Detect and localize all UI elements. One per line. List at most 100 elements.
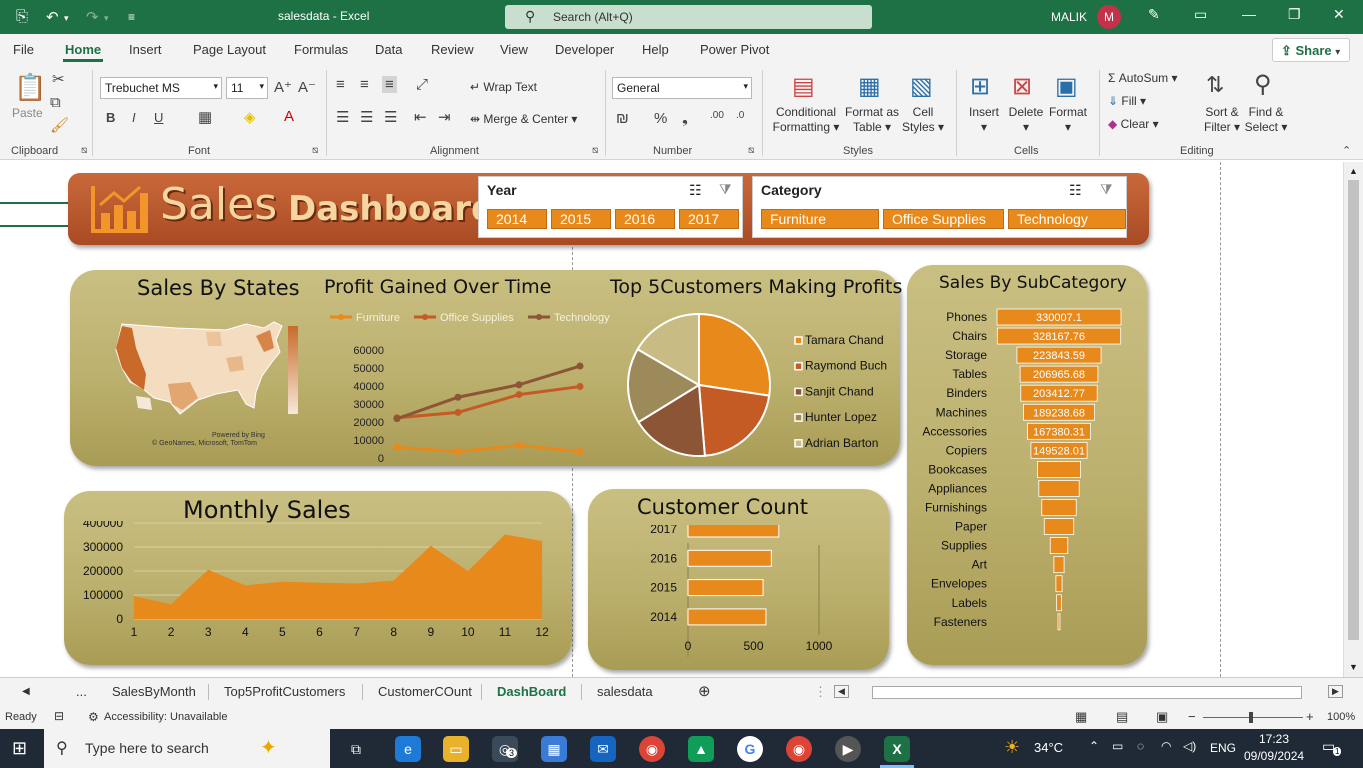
- italic-icon[interactable]: I: [132, 110, 136, 125]
- autosave-icon[interactable]: ⎘: [16, 8, 28, 25]
- undo-icon[interactable]: ↶: [46, 8, 59, 26]
- align-top-icon[interactable]: ≡: [336, 76, 345, 93]
- redo-dropdown-icon[interactable]: ▾: [104, 13, 109, 24]
- multi-select-icon[interactable]: ☷: [1069, 182, 1082, 199]
- increase-decimal-icon[interactable]: .00: [710, 110, 724, 121]
- horizontal-scrollbar[interactable]: [872, 686, 1302, 699]
- worksheet-area[interactable]: Sales Dashboard Year ☷ ⧩ 2014 2015 2016 201…: [0, 162, 1343, 677]
- clock-date[interactable]: 09/09/2024: [1244, 749, 1304, 763]
- tab-help[interactable]: Help: [642, 42, 669, 57]
- alignment-launcher-icon[interactable]: ⧅: [592, 145, 598, 156]
- decrease-indent-icon[interactable]: ⇤: [414, 108, 427, 126]
- decrease-decimal-icon[interactable]: .0: [736, 110, 744, 121]
- sheet-tab[interactable]: Top5ProfitCustomers: [224, 684, 345, 699]
- align-middle-icon[interactable]: ≡: [360, 76, 369, 93]
- tab-split-handle[interactable]: ⋮: [814, 684, 827, 700]
- tab-formulas[interactable]: Formulas: [294, 42, 348, 57]
- clear-filter-icon[interactable]: ⧩: [719, 181, 732, 198]
- font-launcher-icon[interactable]: ⧅: [312, 145, 318, 156]
- mail-icon[interactable]: ✉: [590, 736, 616, 762]
- tab-power-pivot[interactable]: Power Pivot: [700, 42, 769, 57]
- ribbon-display-icon[interactable]: ▭: [1194, 6, 1207, 23]
- increase-font-icon[interactable]: A⁺: [274, 78, 292, 96]
- temperature[interactable]: 34°C: [1034, 740, 1063, 755]
- scroll-up-icon[interactable]: ▲: [1349, 166, 1358, 176]
- zoom-slider[interactable]: [1203, 717, 1303, 718]
- wifi-icon[interactable]: ◠: [1161, 739, 1171, 753]
- sort-filter-button[interactable]: Sort & Filter ▾: [1198, 105, 1246, 135]
- scroll-thumb[interactable]: [1348, 180, 1359, 640]
- battery-icon[interactable]: ▭: [1112, 739, 1123, 753]
- chrome-icon[interactable]: ◉: [639, 736, 665, 762]
- font-color-icon[interactable]: A: [284, 108, 294, 125]
- font-name-dropdown[interactable]: Trebuchet MS ▾: [100, 77, 222, 99]
- increase-indent-icon[interactable]: ⇥: [438, 108, 451, 126]
- accounting-format-icon[interactable]: ₪: [616, 110, 629, 127]
- category-slicer-item[interactable]: Furniture: [761, 209, 879, 229]
- fill-color-icon[interactable]: ◈: [244, 108, 256, 126]
- collapse-ribbon-icon[interactable]: ⌃: [1342, 144, 1351, 157]
- copy-icon[interactable]: ⧉: [50, 94, 61, 111]
- multi-select-icon[interactable]: ☷: [689, 182, 702, 199]
- taskbar-search-box[interactable]: ⚲ Type here to search ✦: [44, 729, 330, 768]
- cell-styles-icon[interactable]: ▧: [910, 72, 933, 101]
- accessibility-icon[interactable]: ⚙: [88, 710, 99, 724]
- scroll-right-icon[interactable]: ▶: [1328, 685, 1343, 698]
- format-cells-icon[interactable]: ▣: [1055, 72, 1078, 101]
- font-size-dropdown[interactable]: 11 ▾: [226, 77, 268, 99]
- zoom-level[interactable]: 100%: [1327, 711, 1355, 723]
- zoom-slider-thumb[interactable]: [1249, 712, 1253, 723]
- year-slicer-item[interactable]: 2017: [679, 209, 739, 229]
- tab-insert[interactable]: Insert: [129, 42, 162, 57]
- comma-style-icon[interactable]: ❟: [682, 110, 688, 127]
- fill-button[interactable]: ⇓ Fill ▾: [1108, 94, 1146, 108]
- normal-view-icon[interactable]: ▦: [1075, 709, 1087, 725]
- wrap-text-button[interactable]: ↵ Wrap Text: [470, 80, 537, 94]
- show-hidden-icons[interactable]: ⌃: [1089, 739, 1099, 753]
- align-center-icon[interactable]: ☰: [360, 108, 373, 126]
- decrease-font-icon[interactable]: A⁻: [298, 78, 316, 96]
- file-explorer-icon[interactable]: ▭: [443, 736, 469, 762]
- year-slicer-item[interactable]: 2014: [487, 209, 547, 229]
- more-sheets-button[interactable]: ...: [76, 684, 87, 699]
- sheet-tab[interactable]: SalesByMonth: [112, 684, 196, 699]
- selected-cell[interactable]: [0, 202, 70, 227]
- scroll-left-icon[interactable]: ◀: [834, 685, 849, 698]
- tab-data[interactable]: Data: [375, 42, 402, 57]
- merge-center-button[interactable]: ⇹ Merge & Center ▾: [470, 112, 577, 126]
- cut-icon[interactable]: ✂: [52, 70, 65, 88]
- format-as-table-button[interactable]: Format as Table ▾: [843, 105, 901, 135]
- scroll-down-icon[interactable]: ▼: [1349, 662, 1358, 672]
- delete-cells-button[interactable]: Delete ▾: [1004, 105, 1048, 135]
- align-left-icon[interactable]: ☰: [336, 108, 349, 126]
- insert-cells-icon[interactable]: ⊞: [970, 72, 990, 101]
- page-break-view-icon[interactable]: ▣: [1156, 709, 1168, 725]
- customize-toolbar-icon[interactable]: ≡: [128, 10, 135, 24]
- zoom-in-icon[interactable]: +: [1306, 709, 1314, 724]
- conditional-formatting-icon[interactable]: ▤: [792, 72, 815, 101]
- accessibility-status[interactable]: Accessibility: Unavailable: [104, 711, 228, 723]
- paste-icon[interactable]: 📋: [14, 72, 46, 103]
- vertical-scrollbar[interactable]: ▲ ▼: [1343, 162, 1363, 677]
- sheet-tab[interactable]: salesdata: [597, 684, 653, 699]
- search-box[interactable]: ⚲ Search (Alt+Q): [505, 5, 872, 29]
- close-icon[interactable]: ✕: [1333, 6, 1345, 23]
- macro-record-icon[interactable]: ⊟: [54, 709, 64, 723]
- minimize-icon[interactable]: —: [1242, 6, 1256, 22]
- add-sheet-icon[interactable]: ⊕: [698, 682, 711, 700]
- page-layout-view-icon[interactable]: ▤: [1116, 709, 1128, 725]
- delete-cells-icon[interactable]: ⊠: [1012, 72, 1032, 101]
- year-slicer-item[interactable]: 2015: [551, 209, 611, 229]
- find-select-icon[interactable]: ⚲: [1254, 70, 1272, 99]
- clear-filter-icon[interactable]: ⧩: [1100, 181, 1113, 198]
- conditional-formatting-button[interactable]: Conditional Formatting ▾: [768, 105, 844, 135]
- number-format-dropdown[interactable]: General ▾: [612, 77, 752, 99]
- cell-styles-button[interactable]: Cell Styles ▾: [900, 105, 946, 135]
- align-right-icon[interactable]: ☰: [384, 108, 397, 126]
- restore-icon[interactable]: ❐: [1288, 6, 1301, 23]
- category-slicer-item[interactable]: Office Supplies: [883, 209, 1004, 229]
- format-as-table-icon[interactable]: ▦: [858, 72, 881, 101]
- sheet-tab[interactable]: CustomerCOunt: [378, 684, 472, 699]
- zoom-out-icon[interactable]: −: [1188, 709, 1196, 724]
- clock-time[interactable]: 17:23: [1259, 732, 1289, 746]
